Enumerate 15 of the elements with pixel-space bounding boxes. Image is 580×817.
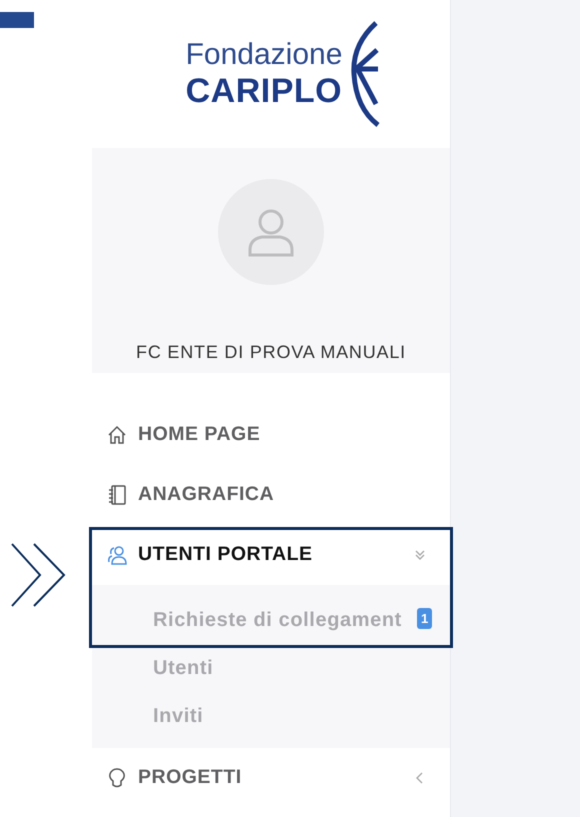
menu-item[interactable]: UTENTI PORTALE	[92, 525, 450, 585]
header-bar	[0, 12, 34, 28]
profile-name: FC ENTE DI PROVA MANUALI	[136, 341, 406, 364]
logo-icon	[350, 20, 380, 128]
menu-item[interactable]: ANAGRAFICA	[92, 465, 450, 525]
logo-text: CARIPLO	[186, 74, 342, 108]
double-chevron-right-icon	[10, 543, 66, 607]
users-icon	[106, 544, 128, 566]
count-badge: 1	[417, 608, 432, 629]
logo-text: Fondazione	[186, 40, 342, 70]
lightbulb-icon	[106, 767, 128, 789]
menu-item[interactable]: HOME PAGE	[92, 405, 450, 465]
notebook-icon	[106, 484, 128, 506]
home-icon	[106, 424, 128, 446]
menu-item[interactable]: PROGETTI	[92, 748, 450, 808]
